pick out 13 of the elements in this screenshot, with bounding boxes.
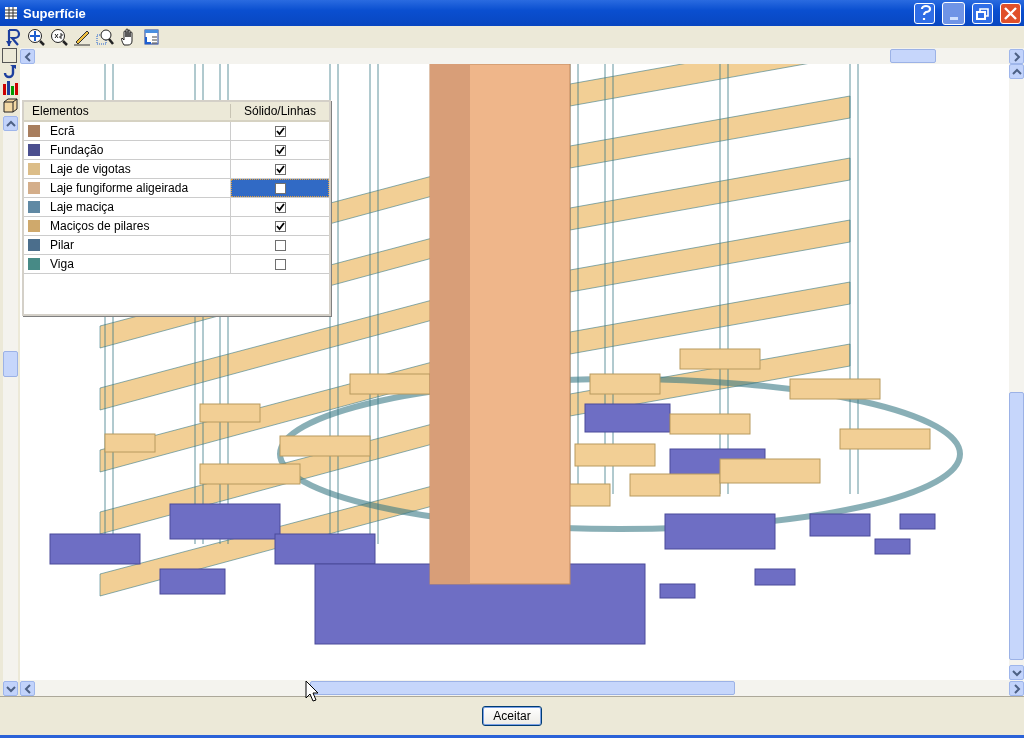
- element-name: Viga: [50, 257, 74, 271]
- column-header[interactable]: Elementos: [24, 104, 231, 118]
- element-name: Fundação: [50, 143, 104, 157]
- 3d-viewport[interactable]: Elementos Sólido/Linhas Ecrã Fundação Laje de vigotas Laje fungiforme aligeirada Laje maciça Maciços de pilares Pilar Viga: [20, 64, 1009, 680]
- element-name: Ecrã: [50, 124, 75, 138]
- element-name: Laje de vigotas: [50, 162, 131, 176]
- element-name: Pilar: [50, 238, 74, 252]
- window-title: Superfície: [23, 5, 87, 21]
- element-name: Maciços de pilares: [50, 219, 150, 233]
- accept-button[interactable]: Aceitar: [482, 706, 542, 726]
- element-name: Laje maciça: [50, 200, 115, 214]
- column-header[interactable]: Sólido/Linhas: [231, 104, 329, 118]
- element-name: Laje fungiforme aligeirada: [50, 181, 189, 195]
